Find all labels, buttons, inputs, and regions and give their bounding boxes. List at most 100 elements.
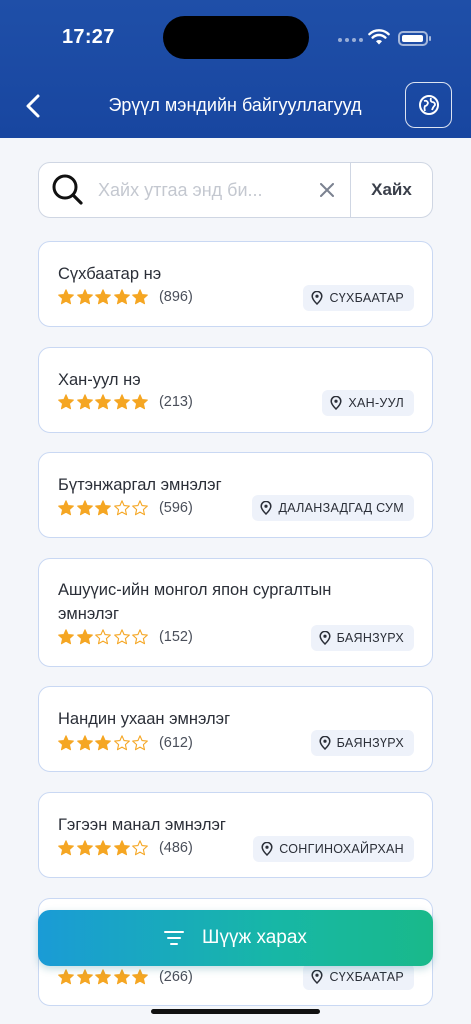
- filter-button[interactable]: Шүүж харах: [38, 910, 433, 966]
- facility-name: Ашуүис-ийн монгол япон сургалтын эмнэлэг: [58, 581, 332, 623]
- facility-name: Хан-уул нэ: [58, 371, 141, 389]
- review-count: (152): [158, 629, 193, 645]
- facility-card[interactable]: Хан-уул нэ (213) ХАН-УУЛ: [38, 347, 433, 433]
- location-pin-icon: [260, 501, 273, 515]
- home-indicator: [151, 1009, 320, 1014]
- facility-card[interactable]: Бүтэнжаргал эмнэлэг (596) ДАЛАНЗАДГАД СУМ: [38, 452, 433, 538]
- star-icon: [76, 629, 93, 645]
- rating-stars: (213): [58, 394, 193, 410]
- filter-button-label: Шүүж харах: [202, 927, 307, 948]
- location-pin-icon: [311, 970, 324, 984]
- app-header: 17:27 Эрүүл мэндийн байгууллагууд: [0, 0, 471, 138]
- location-pin-icon: [261, 842, 273, 856]
- location-pin-icon: [319, 736, 331, 750]
- location-label: БАЯНЗҮРХ: [336, 736, 404, 750]
- close-icon: [320, 183, 334, 197]
- facility-card[interactable]: Сүхбаатар нэ (896) СҮХБААТАР: [38, 241, 433, 327]
- rating-stars: (486): [58, 840, 193, 856]
- star-icon: [113, 735, 130, 751]
- facility-card[interactable]: Гэгээн манал эмнэлэг (486) СОНГИНОХАЙРХАН: [38, 792, 433, 878]
- facility-name: Бүтэнжаргал эмнэлэг: [58, 476, 222, 494]
- search-icon: [52, 174, 83, 205]
- star-icon: [132, 394, 149, 410]
- location-label: СҮХБААТАР: [329, 291, 404, 305]
- star-icon: [95, 840, 112, 856]
- location-label: СҮХБААТАР: [329, 970, 404, 984]
- search-button[interactable]: Хайх: [350, 163, 432, 217]
- star-icon: [76, 500, 93, 516]
- location-pin-icon: [319, 631, 331, 645]
- battery-icon: [398, 31, 431, 46]
- location-label: БАЯНЗҮРХ: [336, 631, 404, 645]
- review-count: (612): [158, 735, 193, 751]
- page-title: Эрүүл мэндийн байгууллагууд: [108, 95, 362, 115]
- review-count: (596): [158, 500, 193, 516]
- star-icon: [76, 394, 93, 410]
- star-icon: [95, 289, 112, 305]
- cellular-signal-icon: [338, 38, 363, 42]
- star-icon: [58, 735, 74, 751]
- star-icon: [76, 840, 93, 856]
- location-pin-icon: [330, 396, 342, 410]
- facility-card[interactable]: Нандин ухаан эмнэлэг (612) БАЯНЗҮРХ: [38, 686, 433, 772]
- star-icon: [132, 629, 149, 645]
- star-icon: [58, 840, 74, 856]
- star-icon: [58, 969, 74, 985]
- location-badge: БАЯНЗҮРХ: [310, 625, 414, 651]
- location-badge: СҮХБААТАР: [303, 285, 414, 311]
- dynamic-island: [163, 16, 309, 59]
- star-icon: [76, 969, 93, 985]
- facility-name: Гэгээн манал эмнэлэг: [58, 816, 226, 834]
- location-badge: СОНГИНОХАЙРХАН: [253, 836, 414, 862]
- star-icon: [58, 500, 74, 516]
- wifi-icon: [368, 29, 390, 45]
- star-icon: [95, 629, 112, 645]
- rating-stars: (596): [58, 500, 193, 516]
- review-count: (266): [158, 969, 193, 985]
- facility-name: Сүхбаатар нэ: [58, 265, 162, 283]
- star-icon: [113, 289, 130, 305]
- star-icon: [113, 500, 130, 516]
- star-icon: [76, 289, 93, 305]
- language-button[interactable]: [405, 82, 452, 128]
- star-icon: [132, 969, 149, 985]
- star-icon: [95, 969, 112, 985]
- rating-stars: (612): [58, 735, 193, 751]
- location-label: ДАЛАНЗАДГАД СУМ: [278, 501, 404, 515]
- filter-lines-icon: [164, 931, 185, 945]
- location-badge: СҮХБААТАР: [303, 964, 414, 990]
- facility-name: Нандин ухаан эмнэлэг: [58, 710, 231, 728]
- facility-card[interactable]: Ашуүис-ийн монгол япон сургалтын эмнэлэг…: [38, 558, 433, 667]
- star-icon: [58, 394, 74, 410]
- star-icon: [95, 735, 112, 751]
- star-icon: [113, 629, 130, 645]
- star-icon: [76, 735, 93, 751]
- star-icon: [132, 840, 149, 856]
- location-pin-icon: [311, 291, 324, 305]
- star-icon: [113, 969, 130, 985]
- review-count: (486): [158, 840, 193, 856]
- back-button[interactable]: [20, 90, 48, 122]
- review-count: (213): [158, 394, 193, 410]
- star-icon: [132, 500, 149, 516]
- search-input[interactable]: [98, 179, 312, 201]
- globe-icon: [418, 95, 439, 115]
- star-icon: [113, 840, 130, 856]
- star-icon: [95, 394, 112, 410]
- rating-stars: (152): [58, 629, 193, 645]
- star-icon: [132, 735, 149, 751]
- search-bar: Хайх: [38, 162, 433, 218]
- clear-search-button[interactable]: [312, 175, 342, 205]
- star-icon: [132, 289, 149, 305]
- star-icon: [58, 289, 74, 305]
- location-badge: БАЯНЗҮРХ: [310, 730, 414, 756]
- location-label: ХАН-УУЛ: [348, 396, 404, 410]
- location-label: СОНГИНОХАЙРХАН: [279, 842, 404, 856]
- rating-stars: (896): [58, 289, 193, 305]
- chevron-left-icon: [26, 94, 40, 118]
- star-icon: [113, 394, 130, 410]
- review-count: (896): [158, 289, 193, 305]
- rating-stars: (266): [58, 969, 193, 985]
- star-icon: [95, 500, 112, 516]
- location-badge: ХАН-УУЛ: [322, 390, 414, 416]
